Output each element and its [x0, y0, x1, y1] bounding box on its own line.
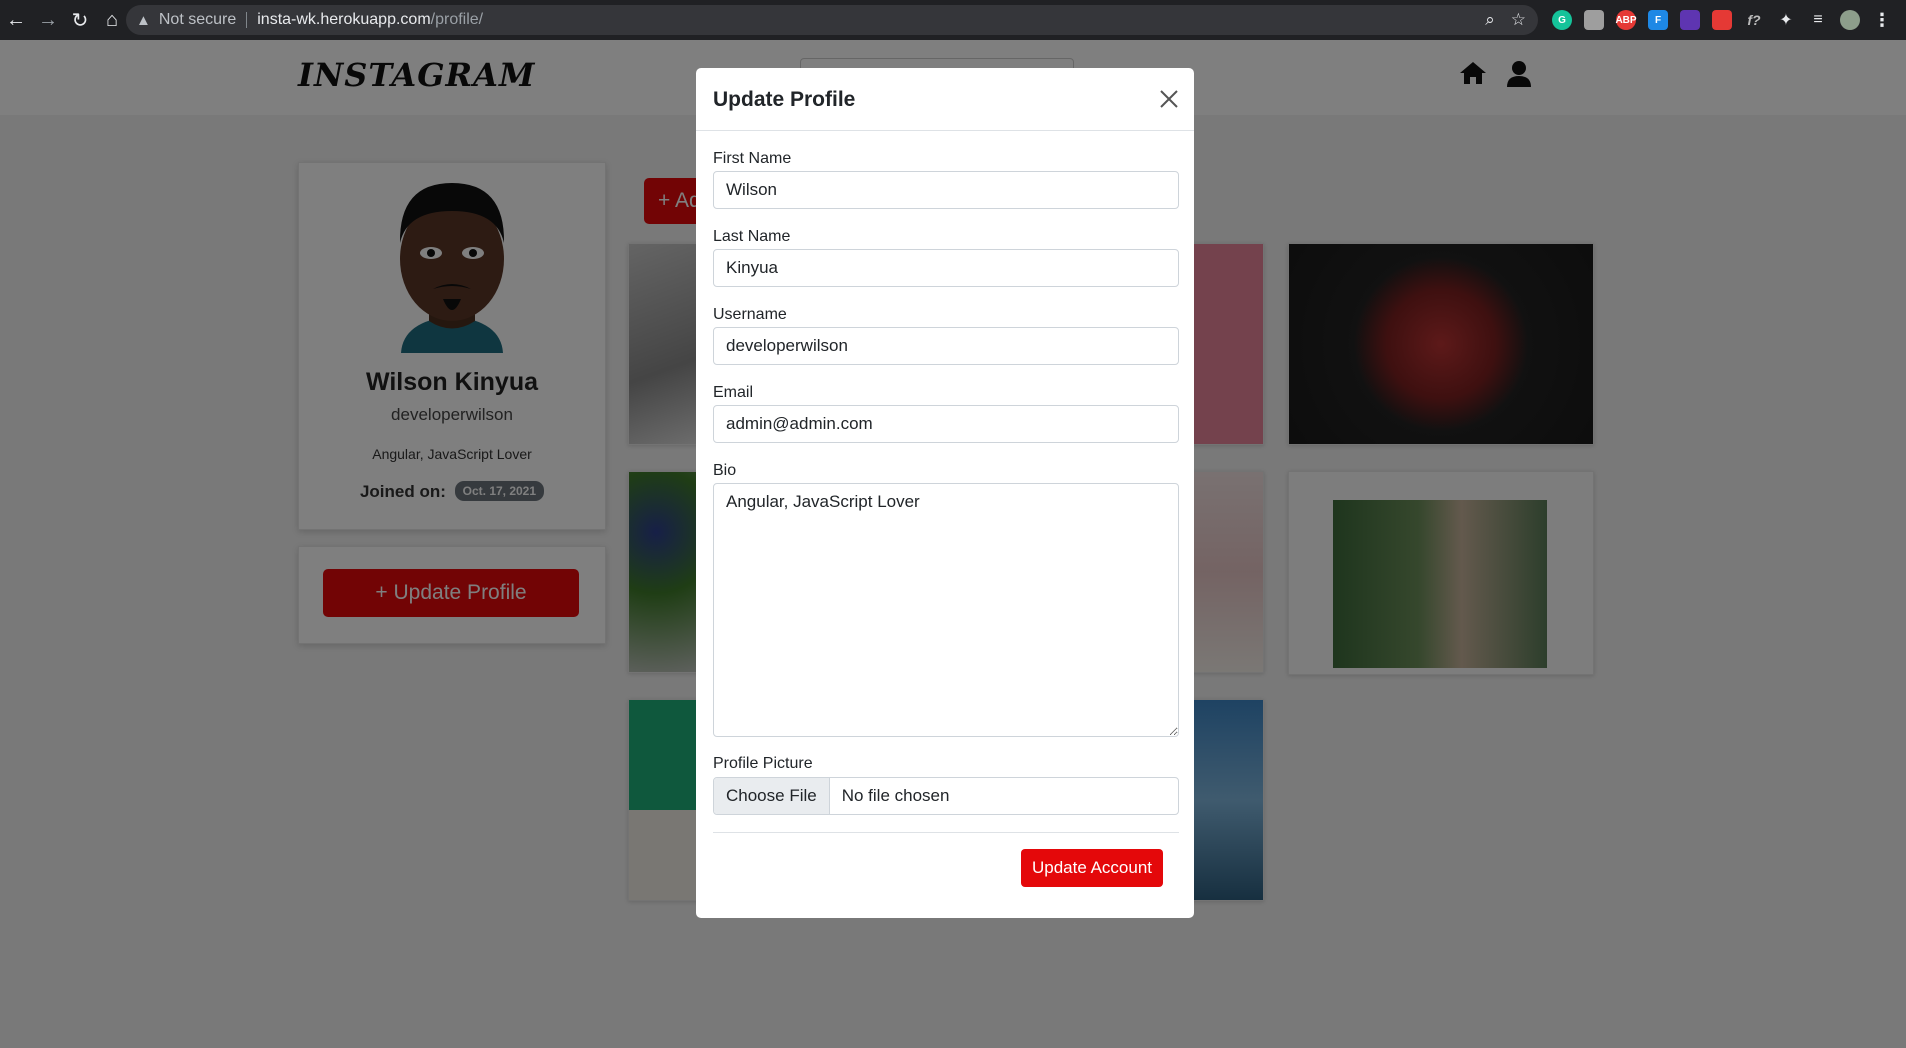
- bio-label: Bio: [713, 462, 737, 479]
- note-extension-icon[interactable]: [1584, 10, 1604, 30]
- adblock-extension-icon[interactable]: ABP: [1615, 10, 1637, 30]
- file-status-text: No file chosen: [841, 786, 950, 805]
- last-name-label: Last Name: [713, 228, 791, 245]
- puzzle-box-extension-icon[interactable]: [1712, 10, 1732, 30]
- home-icon[interactable]: ⌂: [96, 9, 128, 32]
- reload-icon[interactable]: ↻: [64, 8, 96, 33]
- modal-title: Update Profile: [713, 88, 856, 111]
- browser-toolbar: ← → ↻ ⌂ ▲ Not secure insta-wk.herokuapp.…: [0, 0, 1906, 40]
- username-input[interactable]: [713, 327, 1179, 365]
- address-bar[interactable]: ▲ Not secure insta-wk.herokuapp.com /pro…: [126, 5, 1538, 35]
- shapes-extension-icon[interactable]: [1680, 10, 1700, 30]
- grammarly-extension-icon[interactable]: G: [1552, 10, 1572, 30]
- modal-header: Update Profile: [696, 68, 1194, 131]
- email-label: Email: [713, 384, 754, 401]
- choose-file-button[interactable]: Choose File: [714, 778, 830, 814]
- divider: [246, 12, 248, 28]
- close-icon[interactable]: [1158, 88, 1180, 110]
- bookmark-star-icon[interactable]: ☆: [1511, 10, 1526, 30]
- url-path: /profile/: [430, 11, 484, 28]
- browser-nav: ← → ↻ ⌂: [0, 0, 128, 40]
- profile-avatar-icon[interactable]: [1840, 10, 1860, 30]
- update-profile-modal: Update Profile First Name Last Name User…: [696, 68, 1194, 918]
- profile-picture-label: Profile Picture: [713, 755, 813, 772]
- security-label: Not secure: [158, 11, 237, 28]
- reading-list-icon[interactable]: ≡: [1808, 10, 1828, 30]
- kebab-menu-icon[interactable]: ⋮: [1872, 10, 1892, 30]
- email-input[interactable]: [713, 405, 1179, 443]
- first-name-label: First Name: [713, 150, 792, 167]
- function-extension-icon[interactable]: f?: [1744, 10, 1764, 30]
- bio-textarea[interactable]: Angular, JavaScript Lover: [713, 483, 1179, 737]
- url-host: insta-wk.herokuapp.com: [257, 11, 431, 28]
- forward-icon[interactable]: →: [32, 9, 64, 32]
- warning-icon: ▲: [136, 11, 151, 29]
- first-name-input[interactable]: [713, 171, 1179, 209]
- profile-picture-file-input[interactable]: Choose File No file chosen: [713, 777, 1179, 815]
- font-extension-icon[interactable]: F: [1648, 10, 1668, 30]
- modal-footer-divider: [713, 832, 1179, 833]
- extensions-area: G ABP F f? ✦ ≡ ⋮: [1552, 0, 1906, 40]
- zoom-icon[interactable]: ⌕: [1485, 10, 1495, 30]
- update-account-button[interactable]: Update Account: [1021, 849, 1163, 887]
- last-name-input[interactable]: [713, 249, 1179, 287]
- username-label: Username: [713, 306, 787, 323]
- extensions-puzzle-icon[interactable]: ✦: [1776, 10, 1796, 30]
- back-icon[interactable]: ←: [0, 9, 32, 32]
